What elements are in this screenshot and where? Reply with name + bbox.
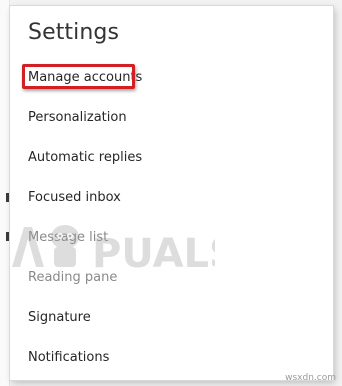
menu-item-focused-inbox[interactable]: Focused inbox bbox=[28, 190, 121, 205]
background-glyph bbox=[6, 232, 9, 241]
svg-text:PUALS: PUALS bbox=[92, 231, 215, 275]
background-window-edge bbox=[0, 0, 10, 386]
menu-item-message-list[interactable]: Message list bbox=[28, 230, 108, 245]
settings-title: Settings bbox=[28, 20, 120, 45]
menu-item-reading-pane[interactable]: Reading pane bbox=[28, 270, 117, 285]
background-glyph bbox=[6, 193, 9, 202]
highlight-annotation bbox=[22, 64, 135, 89]
site-watermark-text: wsxdn.com bbox=[285, 373, 336, 383]
screenshot-stage: Settings Manage accounts Personalization… bbox=[0, 0, 342, 386]
menu-item-signature[interactable]: Signature bbox=[28, 310, 91, 325]
settings-panel: Settings Manage accounts Personalization… bbox=[10, 6, 333, 380]
menu-item-automatic-replies[interactable]: Automatic replies bbox=[28, 150, 142, 165]
menu-item-notifications[interactable]: Notifications bbox=[28, 350, 109, 365]
menu-item-personalization[interactable]: Personalization bbox=[28, 110, 127, 125]
